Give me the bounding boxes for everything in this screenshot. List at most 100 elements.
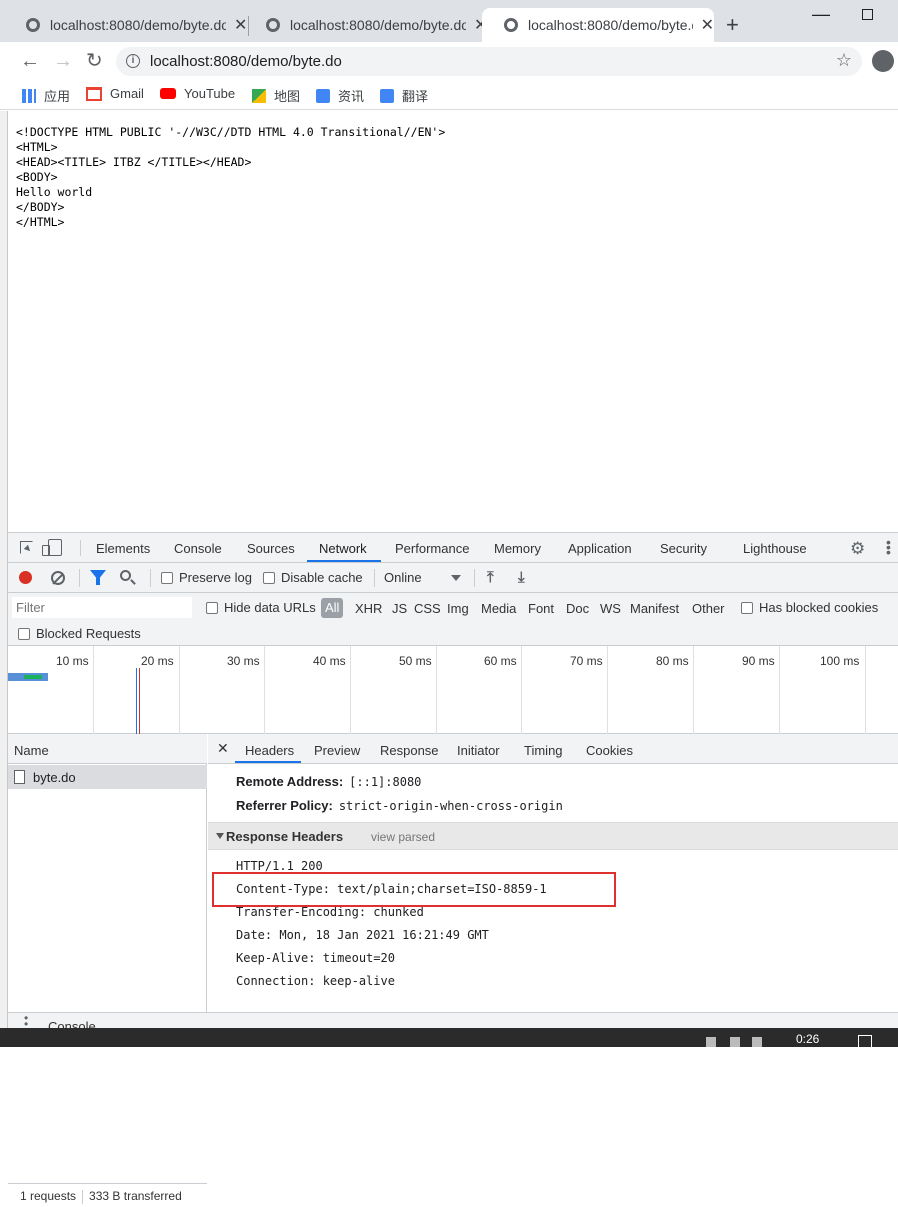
domcontentloaded-marker: [136, 668, 137, 734]
record-icon[interactable]: [19, 571, 32, 584]
maximize-window-icon[interactable]: [862, 9, 873, 20]
view-parsed-link[interactable]: view parsed: [371, 830, 435, 844]
filter-type-doc[interactable]: Doc: [566, 601, 589, 616]
profile-avatar-icon[interactable]: [872, 50, 894, 72]
search-icon[interactable]: [120, 570, 131, 581]
minimize-window-icon[interactable]: —: [812, 4, 830, 25]
export-har-icon[interactable]: ⤓: [518, 569, 525, 586]
divider: [82, 1189, 84, 1204]
import-har-icon[interactable]: ⤒: [487, 569, 494, 586]
bookmark-youtube[interactable]: YouTube: [160, 86, 235, 101]
throttling-select[interactable]: Online: [384, 570, 422, 585]
browser-tab-2[interactable]: localhost:8080/demo/byte.do ✕: [244, 8, 487, 42]
bookmark-maps[interactable]: 地图: [252, 86, 300, 105]
device-toolbar-icon[interactable]: [42, 539, 62, 556]
filter-input[interactable]: [12, 597, 192, 618]
filter-type-other[interactable]: Other: [692, 601, 725, 616]
timeline-label: 10 ms: [56, 654, 89, 668]
background-window-edge: [0, 111, 8, 1047]
name-column-header[interactable]: Name: [8, 734, 207, 764]
page-content: <!DOCTYPE HTML PUBLIC '-//W3C//DTD HTML …: [0, 111, 898, 532]
chevron-down-icon[interactable]: [216, 833, 224, 839]
address-bar[interactable]: i localhost:8080/demo/byte.do ☆: [116, 47, 862, 76]
source-line: <BODY>: [16, 170, 58, 184]
tab-initiator[interactable]: Initiator: [457, 743, 500, 758]
tab-console[interactable]: Console: [174, 541, 222, 556]
url-text[interactable]: localhost:8080/demo/byte.do: [150, 53, 342, 70]
browser-tab-1[interactable]: localhost:8080/demo/byte.do ✕: [4, 8, 247, 42]
blocked-requests-checkbox[interactable]: Blocked Requests: [18, 626, 141, 641]
more-options-icon[interactable]: • • •: [886, 535, 891, 559]
waterfall-download-bar: [24, 675, 42, 679]
tab-cookies[interactable]: Cookies: [586, 743, 633, 758]
header-value: strict-origin-when-cross-origin: [338, 799, 563, 813]
filter-type-manifest[interactable]: Manifest: [630, 601, 679, 616]
checkbox-label: Preserve log: [179, 570, 252, 585]
tab-timing[interactable]: Timing: [524, 743, 563, 758]
filter-type-img[interactable]: Img: [447, 601, 469, 616]
new-tab-button[interactable]: +: [726, 12, 739, 38]
filter-icon[interactable]: [90, 570, 106, 585]
tab-performance[interactable]: Performance: [395, 541, 469, 556]
timeline-gridline: [436, 646, 437, 734]
filter-type-js[interactable]: JS: [392, 601, 407, 616]
bookmark-star-icon[interactable]: ☆: [836, 50, 852, 71]
response-header-line: Keep-Alive: timeout=20: [236, 951, 395, 965]
volume-icon[interactable]: [752, 1037, 762, 1047]
info-icon[interactable]: i: [126, 54, 140, 68]
section-title: Response Headers: [226, 829, 344, 844]
back-button[interactable]: ←: [20, 50, 40, 72]
tab-response[interactable]: Response: [380, 743, 439, 758]
tray-icon[interactable]: [706, 1037, 716, 1047]
request-row[interactable]: byte.do: [8, 765, 207, 789]
close-icon[interactable]: ✕: [217, 740, 229, 757]
close-tab-icon[interactable]: ✕: [701, 15, 714, 35]
filter-type-all[interactable]: All: [321, 598, 344, 618]
filter-type-xhr[interactable]: XHR: [355, 601, 382, 616]
tab-preview[interactable]: Preview: [314, 743, 360, 758]
has-blocked-cookies-checkbox[interactable]: Has blocked cookies: [741, 600, 878, 615]
preserve-log-checkbox[interactable]: Preserve log: [161, 570, 252, 585]
notification-icon[interactable]: [858, 1035, 872, 1047]
checkbox-box[interactable]: [206, 601, 218, 614]
response-headers-section[interactable]: Response Headers view parsed: [208, 822, 898, 850]
system-clock[interactable]: 0:26: [796, 1032, 819, 1046]
tab-security[interactable]: Security: [660, 541, 707, 556]
checkbox-box[interactable]: [161, 571, 173, 584]
checkbox-box[interactable]: [18, 627, 30, 640]
tab-network[interactable]: Network: [319, 541, 367, 556]
inspect-element-icon[interactable]: [20, 541, 33, 554]
tab-headers[interactable]: Headers: [245, 743, 294, 758]
timeline-gridline: [779, 646, 780, 734]
filter-type-css[interactable]: CSS: [414, 601, 441, 616]
reload-button[interactable]: ↻: [86, 50, 103, 72]
gear-icon[interactable]: ⚙: [850, 539, 865, 559]
network-overview-timeline[interactable]: 10 ms 20 ms 30 ms 40 ms 50 ms 60 ms 70 m…: [8, 646, 898, 734]
tab-sources[interactable]: Sources: [247, 541, 295, 556]
tab-lighthouse[interactable]: Lighthouse: [743, 541, 807, 556]
globe-icon: [504, 18, 518, 32]
tray-icon[interactable]: [730, 1037, 740, 1047]
bookmark-apps[interactable]: 应用: [22, 86, 70, 105]
bookmark-news[interactable]: 资讯: [316, 86, 364, 105]
checkbox-box[interactable]: [741, 601, 753, 614]
browser-tab-3-active[interactable]: localhost:8080/demo/byte.do ✕: [482, 8, 714, 42]
chevron-down-icon[interactable]: [451, 575, 461, 581]
forward-button[interactable]: →: [53, 50, 73, 72]
disable-cache-checkbox[interactable]: Disable cache: [263, 570, 363, 585]
tab-elements[interactable]: Elements: [96, 541, 150, 556]
checkbox-box[interactable]: [263, 571, 275, 584]
bookmark-translate[interactable]: 翻译: [380, 86, 428, 105]
filter-type-font[interactable]: Font: [528, 601, 554, 616]
checkbox-label: Hide data URLs: [224, 600, 316, 615]
more-options-icon[interactable]: • •: [24, 1012, 28, 1030]
bookmark-gmail[interactable]: Gmail: [86, 86, 144, 101]
bookmark-label: YouTube: [184, 86, 236, 101]
hide-data-urls-checkbox[interactable]: Hide data URLs: [206, 600, 316, 615]
tab-memory[interactable]: Memory: [494, 541, 541, 556]
tab-application[interactable]: Application: [568, 541, 632, 556]
clear-icon[interactable]: [51, 571, 65, 585]
filter-type-media[interactable]: Media: [481, 601, 516, 616]
active-tab-indicator: [235, 761, 301, 763]
filter-type-ws[interactable]: WS: [600, 601, 621, 616]
